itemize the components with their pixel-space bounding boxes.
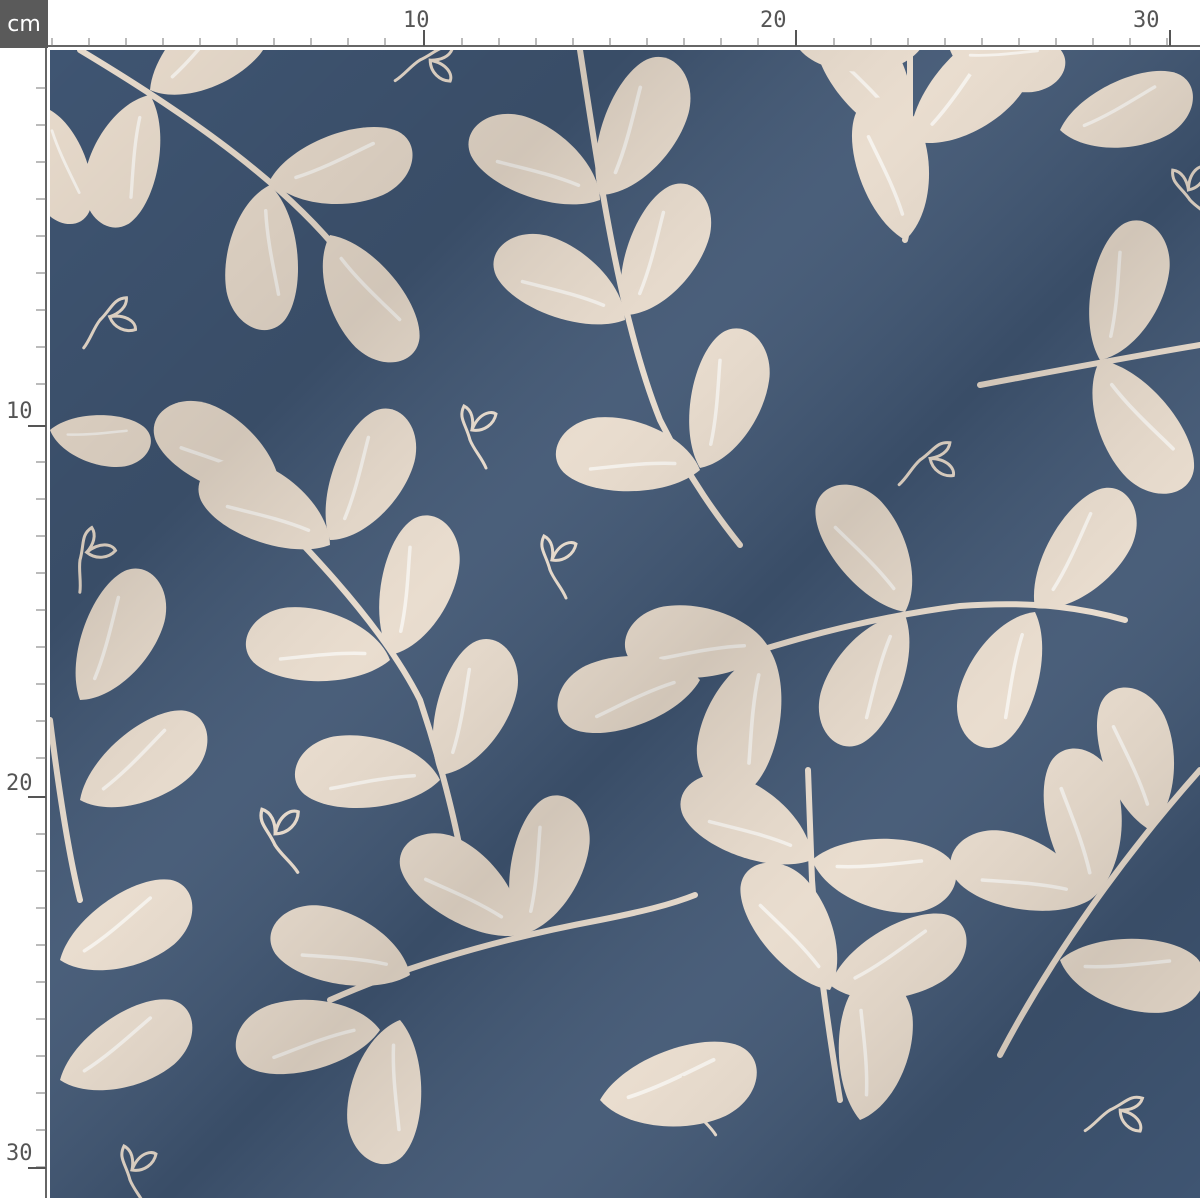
top-ruler-label-20: 20 xyxy=(760,8,787,33)
left-ruler: 10 20 30 xyxy=(0,48,48,1198)
fabric-swatch xyxy=(50,50,1200,1198)
leaf-pattern xyxy=(50,50,1200,1198)
fabric-drape-shading xyxy=(50,50,1200,1198)
left-ruler-label-20: 20 xyxy=(6,771,33,796)
left-ruler-label-30: 30 xyxy=(6,1141,33,1166)
unit-badge: cm xyxy=(0,0,48,48)
left-ruler-label-10: 10 xyxy=(6,399,33,424)
fabric-preview: cm 10 20 30 10 20 30 xyxy=(0,0,1200,1198)
top-ruler-label-10: 10 xyxy=(403,8,430,33)
top-ruler-label-30: 30 xyxy=(1133,8,1160,33)
top-ruler: 10 20 30 xyxy=(48,0,1200,48)
